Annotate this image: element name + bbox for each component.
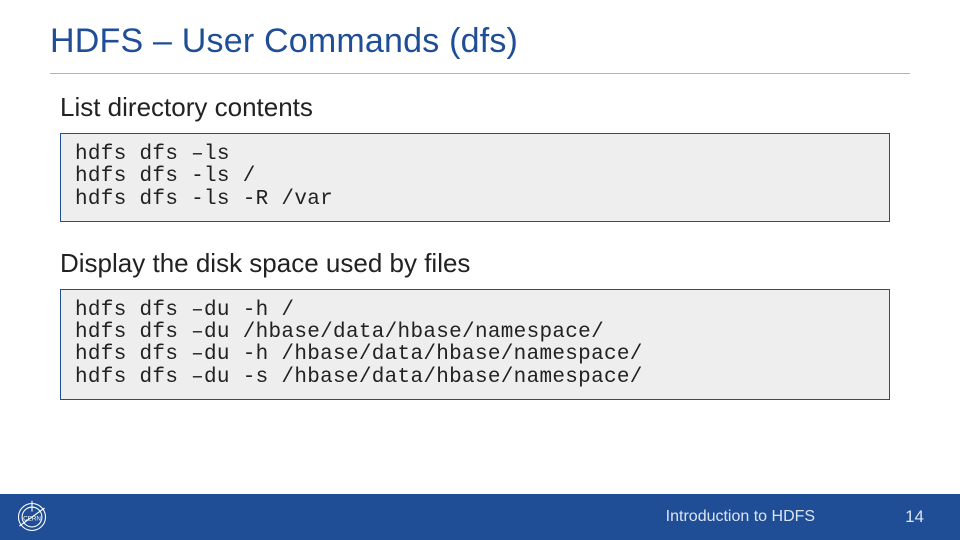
code-block-ls: hdfs dfs –ls hdfs dfs -ls / hdfs dfs -ls…	[75, 144, 875, 211]
page-title: HDFS – User Commands (dfs)	[50, 22, 910, 61]
slide: HDFS – User Commands (dfs) List director…	[0, 0, 960, 540]
code-block-du: hdfs dfs –du -h / hdfs dfs –du /hbase/da…	[75, 300, 875, 389]
title-rule	[50, 73, 910, 74]
section-heading-ls: List directory contents	[60, 92, 890, 123]
svg-text:CERN: CERN	[23, 516, 41, 523]
content-area: List directory contents hdfs dfs –ls hdf…	[50, 92, 910, 400]
footer-bar: CERN Introduction to HDFS 14	[0, 494, 960, 540]
section-heading-du: Display the disk space used by files	[60, 248, 890, 279]
code-box-du: hdfs dfs –du -h / hdfs dfs –du /hbase/da…	[60, 289, 890, 400]
footer-text: Introduction to HDFS	[666, 508, 815, 526]
code-box-ls: hdfs dfs –ls hdfs dfs -ls / hdfs dfs -ls…	[60, 133, 890, 222]
cern-logo-icon: CERN	[14, 499, 50, 535]
page-number: 14	[905, 507, 924, 527]
